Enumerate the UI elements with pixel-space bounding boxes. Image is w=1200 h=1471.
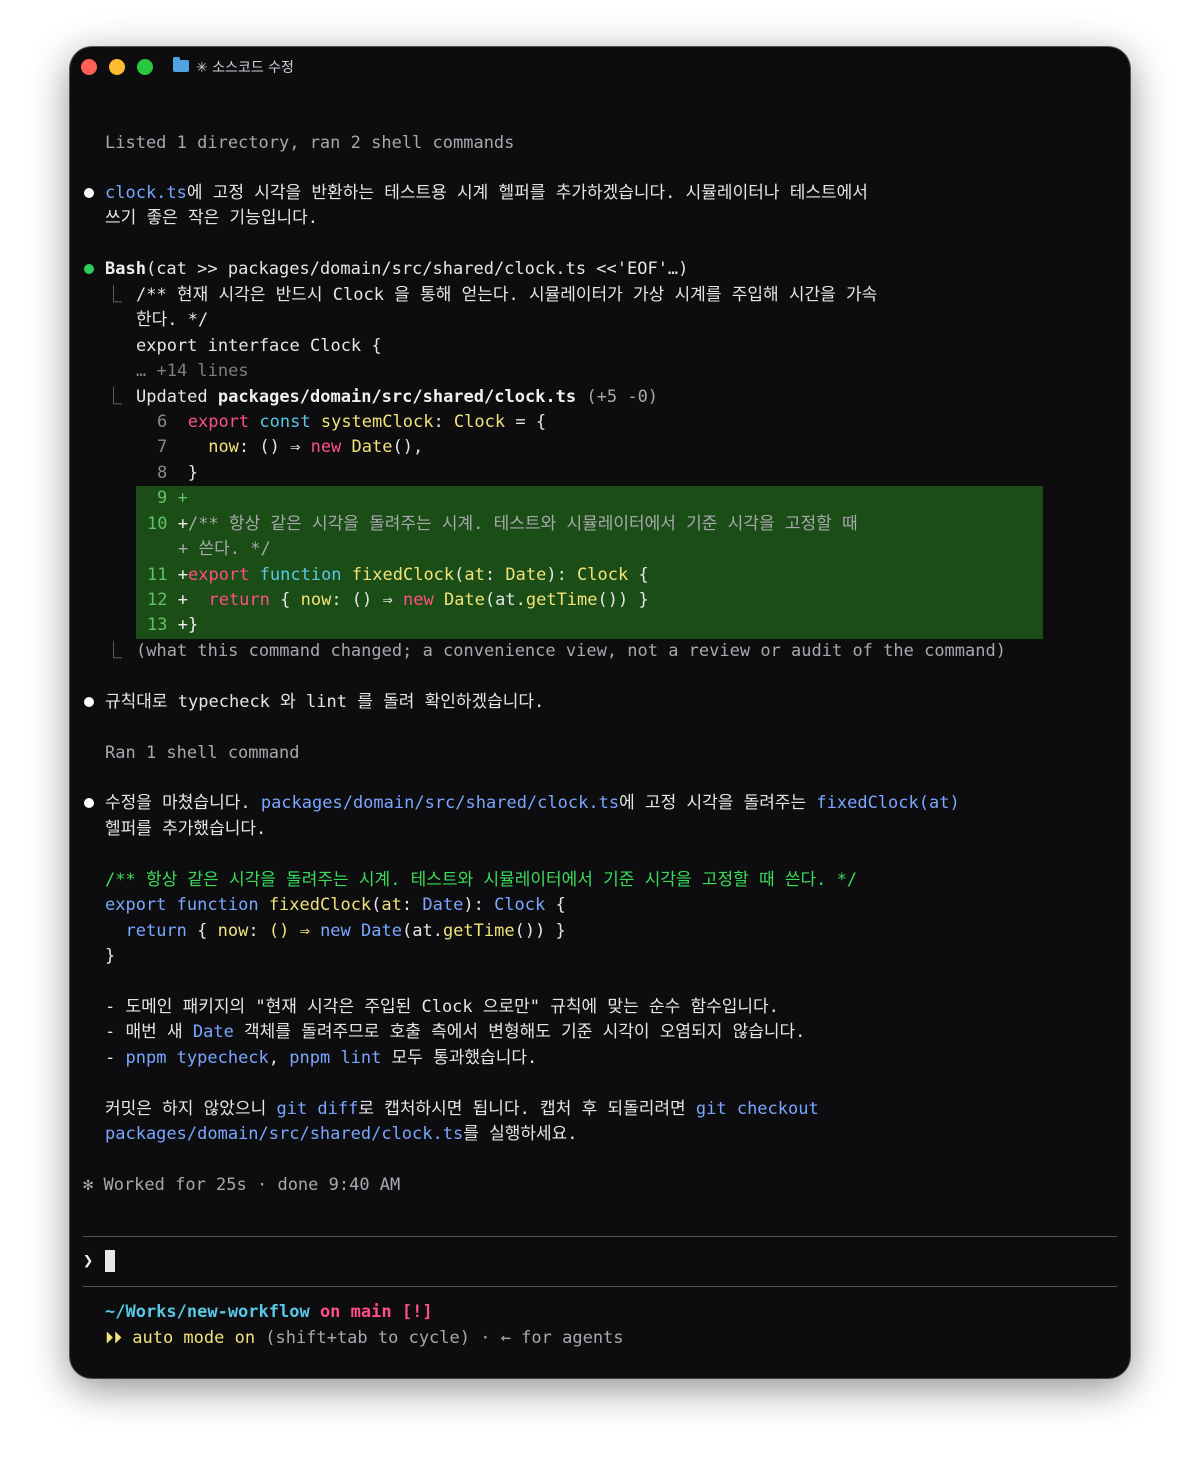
code-line: return { now: () ⇒ new Date(at.getTime()… bbox=[125, 921, 566, 941]
expand-more-lines[interactable]: … +14 lines bbox=[136, 359, 249, 384]
diff-note: (what this command changed; a convenienc… bbox=[136, 641, 1006, 661]
tree-branch-icon: ⎿ bbox=[105, 641, 122, 661]
bash-command[interactable]: Bash(cat >> packages/domain/src/shared/c… bbox=[105, 257, 688, 282]
zoom-window-button[interactable] bbox=[137, 59, 153, 75]
terminal-window: ✳ 소스코드 수정 Listed 1 directory, ran 2 shel… bbox=[70, 47, 1130, 1378]
bash-output-line: export interface Clock { bbox=[136, 336, 382, 356]
assistant-message-1-cont: 쓰기 좋은 작은 기능입니다. bbox=[105, 208, 318, 228]
listed-summary: Listed 1 directory, ran 2 shell commands bbox=[105, 133, 515, 153]
tool-success-bullet bbox=[84, 264, 94, 274]
divider bbox=[83, 1236, 1117, 1237]
bash-output-line: 한다. */ bbox=[136, 310, 209, 330]
code-line: export function fixedClock(at: Date): Cl… bbox=[105, 895, 566, 915]
assistant-message-3: 수정을 마쳤습니다. packages/domain/src/shared/cl… bbox=[105, 793, 960, 813]
message-bullet bbox=[84, 697, 94, 707]
bash-output-line: /** 현재 시각은 반드시 Clock 을 통해 얻는다. 시뮬레이터가 가상… bbox=[136, 285, 878, 305]
commit-note: 커밋은 하지 않았으니 git diff로 캡처하시면 됩니다. 캡처 후 되돌… bbox=[105, 1099, 819, 1119]
code-comment: /** 항상 같은 시각을 돌려주는 시계. 테스트와 시뮬레이터에서 기준 시… bbox=[105, 870, 858, 890]
diff-line-13: 13 +} bbox=[147, 615, 199, 635]
assistant-message-2: 규칙대로 typecheck 와 lint 를 돌려 확인하겠습니다. bbox=[105, 692, 545, 712]
window-title: ✳ 소스코드 수정 bbox=[196, 60, 294, 76]
diff-line-9: 9 + bbox=[157, 488, 188, 508]
diff-line-11: 11 +export function fixedClock(at: Date)… bbox=[147, 565, 649, 585]
diff-line-8: 8 } bbox=[157, 463, 198, 483]
diff-line-10-wrap: + 쓴다. */ bbox=[178, 539, 271, 559]
mode-line[interactable]: ⏵⏵ auto mode on (shift+tab to cycle) · ←… bbox=[105, 1326, 624, 1351]
updated-file-line: Updated packages/domain/src/shared/clock… bbox=[136, 387, 659, 407]
summary-bullet-3: - pnpm typecheck, pnpm lint 모두 통과했습니다. bbox=[105, 1048, 538, 1068]
diff-line-6: 6 export const systemClock: Clock = { bbox=[157, 412, 547, 432]
message-bullet bbox=[84, 188, 94, 198]
summary-bullet-2: - 매번 새 Date 객체를 돌려주므로 호출 측에서 변형해도 기준 시각이… bbox=[105, 1022, 806, 1042]
assistant-message-1: clock.ts에 고정 시각을 반환하는 테스트용 시계 헬퍼를 추가하겠습니… bbox=[105, 183, 868, 203]
diff-line-10: 10 +/** 항상 같은 시각을 돌려주는 시계. 테스트와 시뮬레이터에서 … bbox=[147, 514, 858, 534]
folder-icon bbox=[173, 57, 189, 72]
message-bullet bbox=[84, 798, 94, 808]
status-line: ~/Works/new-workflow on main [!] bbox=[105, 1302, 433, 1322]
commit-note-cont: packages/domain/src/shared/clock.ts를 실행하… bbox=[105, 1124, 578, 1144]
title-bar: ✳ 소스코드 수정 bbox=[70, 47, 1130, 87]
prompt-input[interactable] bbox=[105, 1250, 115, 1272]
divider bbox=[83, 1286, 1117, 1287]
tree-branch-icon: ⎿ bbox=[105, 387, 122, 407]
summary-bullet-1: - 도메인 패키지의 "현재 시각은 주입된 Clock 으로만" 규칙에 맞는… bbox=[105, 997, 779, 1017]
assistant-message-3-cont: 헬퍼를 추가했습니다. bbox=[105, 819, 267, 839]
worked-status: ✻ Worked for 25s · done 9:40 AM bbox=[83, 1175, 401, 1195]
ran-summary: Ran 1 shell command bbox=[105, 743, 300, 763]
code-line: } bbox=[105, 946, 116, 966]
prompt-chevron-icon: ❯ bbox=[83, 1251, 94, 1271]
diff-line-7: 7 now: () ⇒ new Date(), bbox=[157, 437, 424, 457]
close-window-button[interactable] bbox=[81, 59, 97, 75]
tree-branch-icon: ⎿ bbox=[105, 285, 122, 305]
minimize-window-button[interactable] bbox=[109, 59, 125, 75]
diff-line-12: 12 + return { now: () ⇒ new Date(at.getT… bbox=[147, 590, 649, 610]
